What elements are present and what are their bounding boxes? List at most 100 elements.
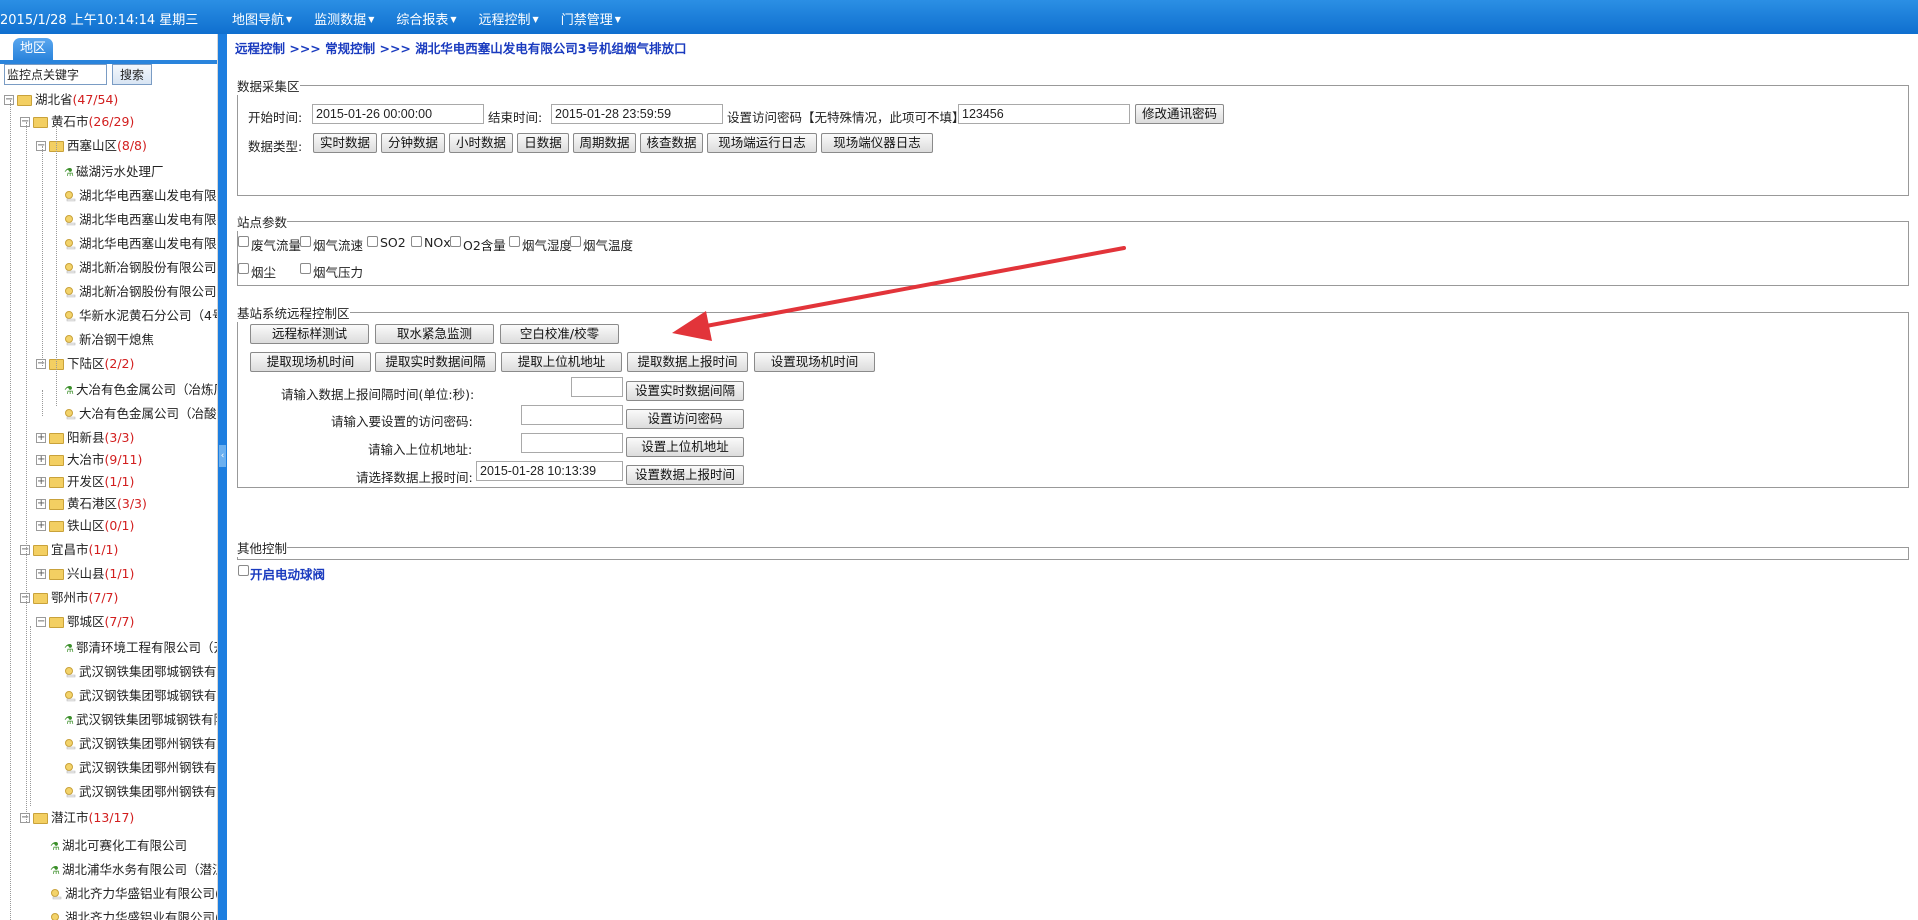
set-host-address-button[interactable]: 设置上位机地址 xyxy=(626,437,744,457)
set-access-password-button[interactable]: 设置访问密码 xyxy=(626,409,744,429)
tree-leaf[interactable]: ⚗ 武汉钢铁集团鄂城钢铁有限 xyxy=(64,710,217,730)
tree-leaf[interactable]: 湖北华电西塞山发电有限公 xyxy=(64,186,217,206)
tree-folder[interactable]: + 铁山区 (0/1) xyxy=(36,516,134,536)
expand-icon[interactable]: + xyxy=(36,521,46,531)
tree-leaf[interactable]: 武汉钢铁集团鄂州钢铁有限 xyxy=(64,734,217,754)
expand-icon[interactable]: + xyxy=(36,569,46,579)
realtime-data-button[interactable]: 实时数据 xyxy=(313,133,377,153)
param-checkbox[interactable] xyxy=(411,236,422,247)
collapse-icon[interactable]: − xyxy=(36,141,46,151)
tab-region[interactable]: 地区 xyxy=(13,38,53,60)
day-data-button[interactable]: 日数据 xyxy=(517,133,569,153)
tree-folder[interactable]: − 鄂州市 (7/7) xyxy=(20,588,118,608)
nav-access[interactable]: 门禁管理 ▼ xyxy=(561,9,621,28)
access-password-input[interactable] xyxy=(958,104,1130,124)
blank-calibration-button[interactable]: 空白校准/校零 xyxy=(500,324,619,344)
nav-remote[interactable]: 远程控制 ▼ xyxy=(479,9,539,28)
start-time-input[interactable] xyxy=(312,104,484,124)
tree-leaf[interactable]: 武汉钢铁集团鄂州钢铁有限 xyxy=(64,782,217,802)
tree-folder[interactable]: − 潜江市 (13/17) xyxy=(20,808,134,828)
tree-leaf[interactable]: 大冶有色金属公司（冶酸厂 xyxy=(64,404,217,424)
nav-report[interactable]: 综合报表 ▼ xyxy=(396,9,456,28)
fetch-host-address-button[interactable]: 提取上位机地址 xyxy=(501,352,622,372)
cycle-data-button[interactable]: 周期数据 xyxy=(573,133,636,153)
tree-leaf[interactable]: 武汉钢铁集团鄂城钢铁有限 xyxy=(64,686,217,706)
tree-leaf[interactable]: 武汉钢铁集团鄂城钢铁有限 xyxy=(64,662,217,682)
expand-icon[interactable]: + xyxy=(36,455,46,465)
expand-icon[interactable]: + xyxy=(36,499,46,509)
host-address-input[interactable] xyxy=(521,433,623,453)
set-site-time-button[interactable]: 设置现场机时间 xyxy=(754,352,875,372)
param-checkbox-label[interactable]: O2含量 xyxy=(463,235,506,254)
collapse-icon[interactable]: − xyxy=(20,813,30,823)
minute-data-button[interactable]: 分钟数据 xyxy=(381,133,445,153)
report-time-input[interactable] xyxy=(476,461,623,481)
tree-folder[interactable]: − 下陆区 (2/2) xyxy=(36,354,134,374)
collapse-icon[interactable]: − xyxy=(20,545,30,555)
param-checkbox-label[interactable]: 烟尘 xyxy=(251,262,276,281)
tree-leaf[interactable]: 湖北齐力华盛铝业有限公司( xyxy=(50,884,217,904)
collapse-icon[interactable]: − xyxy=(20,117,30,127)
tree-folder[interactable]: + 开发区 (1/1) xyxy=(36,472,134,492)
param-checkbox-label[interactable]: 烟气流速 xyxy=(313,235,363,254)
fetch-report-time-button[interactable]: 提取数据上报时间 xyxy=(627,352,748,372)
site-instrument-log-button[interactable]: 现场端仪器日志 xyxy=(821,133,933,153)
check-data-button[interactable]: 核查数据 xyxy=(640,133,703,153)
param-checkbox[interactable] xyxy=(238,263,249,274)
sidebar-splitter[interactable] xyxy=(218,34,227,920)
tree-folder[interactable]: + 兴山县 (1/1) xyxy=(36,564,134,584)
site-run-log-button[interactable]: 现场端运行日志 xyxy=(707,133,817,153)
tree-folder[interactable]: − 西塞山区 (8/8) xyxy=(36,136,147,156)
end-time-input[interactable] xyxy=(551,104,723,124)
nav-map[interactable]: 地图导航 ▼ xyxy=(232,9,292,28)
tree-search-input[interactable] xyxy=(4,64,107,85)
fetch-realtime-interval-button[interactable]: 提取实时数据间隔 xyxy=(375,352,496,372)
tree-folder[interactable]: + 大冶市 (9/11) xyxy=(36,450,142,470)
collapse-icon[interactable]: − xyxy=(36,359,46,369)
param-checkbox[interactable] xyxy=(300,236,311,247)
tree-folder[interactable]: − 湖北省 (47/54) xyxy=(4,90,118,110)
param-checkbox[interactable] xyxy=(509,236,520,247)
expand-icon[interactable]: + xyxy=(36,477,46,487)
param-checkbox-label[interactable]: NOx xyxy=(424,235,451,250)
param-checkbox-label[interactable]: 烟气压力 xyxy=(313,262,363,281)
tree-folder[interactable]: − 鄂城区 (7/7) xyxy=(36,612,134,632)
set-realtime-interval-button[interactable]: 设置实时数据间隔 xyxy=(626,381,744,401)
tree-leaf[interactable]: 湖北齐力华盛铝业有限公司( xyxy=(50,908,217,920)
param-checkbox[interactable] xyxy=(300,263,311,274)
tree-leaf[interactable]: 湖北新冶钢股份有限公司 xyxy=(64,258,217,278)
hour-data-button[interactable]: 小时数据 xyxy=(449,133,513,153)
collapse-icon[interactable]: − xyxy=(36,617,46,627)
tree-leaf[interactable]: 湖北华电西塞山发电有限公 xyxy=(64,234,217,254)
tree-leaf[interactable]: ⚗ 大冶有色金属公司（冶炼厂 xyxy=(64,380,217,400)
tree-leaf[interactable]: 华新水泥黄石分公司（4号 xyxy=(64,306,217,326)
nav-monitor[interactable]: 监测数据 ▼ xyxy=(314,9,374,28)
report-interval-input[interactable] xyxy=(571,377,623,397)
tree-leaf[interactable]: 湖北新冶钢股份有限公司 xyxy=(64,282,217,302)
valve-checkbox[interactable] xyxy=(238,565,249,576)
param-checkbox-label[interactable]: 烟气湿度 xyxy=(522,235,572,254)
tree-leaf[interactable]: 湖北华电西塞山发电有限公 xyxy=(64,210,217,230)
param-checkbox-label[interactable]: SO2 xyxy=(380,235,406,250)
emergency-sampling-button[interactable]: 取水紧急监测 xyxy=(375,324,494,344)
tree-folder[interactable]: + 阳新县 (3/3) xyxy=(36,428,134,448)
tree-leaf[interactable]: ⚗ 湖北浦华水务有限公司（潜江 xyxy=(50,860,217,880)
collapse-icon[interactable]: − xyxy=(4,95,14,105)
tree-folder[interactable]: − 黄石市 (26/29) xyxy=(20,112,134,132)
param-checkbox[interactable] xyxy=(238,236,249,247)
expand-icon[interactable]: + xyxy=(36,433,46,443)
new-password-input[interactable] xyxy=(521,405,623,425)
param-checkbox[interactable] xyxy=(367,236,378,247)
remote-sample-test-button[interactable]: 远程标样测试 xyxy=(250,324,369,344)
change-comm-password-button[interactable]: 修改通讯密码 xyxy=(1135,104,1224,124)
valve-label[interactable]: 开启电动球阀 xyxy=(250,564,325,583)
set-report-time-button[interactable]: 设置数据上报时间 xyxy=(626,465,744,485)
param-checkbox-label[interactable]: 废气流量 xyxy=(251,235,301,254)
collapse-icon[interactable]: − xyxy=(20,593,30,603)
param-checkbox[interactable] xyxy=(570,236,581,247)
tree-leaf[interactable]: 武汉钢铁集团鄂州钢铁有限 xyxy=(64,758,217,778)
collapse-arrow-icon[interactable]: ‹ xyxy=(219,445,226,467)
breadcrumb[interactable]: 远程控制 >>> 常规控制 >>> 湖北华电西塞山发电有限公司3号机组烟气排放口 xyxy=(235,38,686,57)
fetch-site-time-button[interactable]: 提取现场机时间 xyxy=(250,352,371,372)
tree-leaf[interactable]: 新冶钢干熄焦 xyxy=(64,330,154,350)
